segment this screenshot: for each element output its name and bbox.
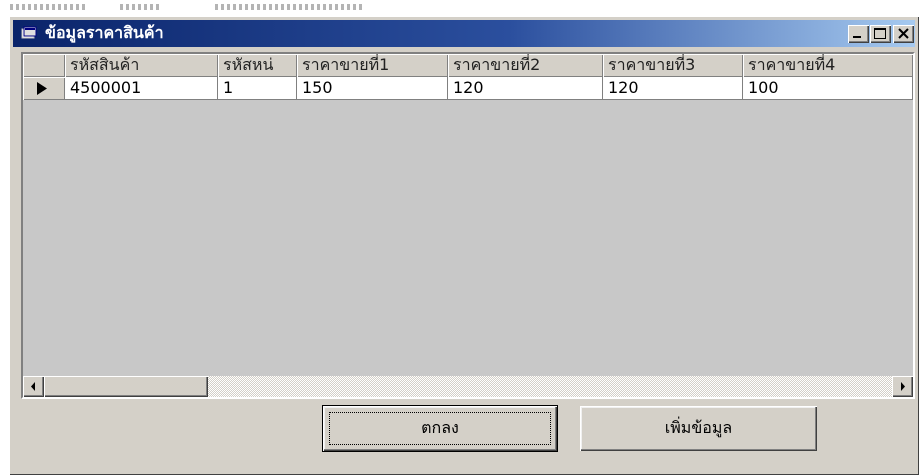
scroll-right-arrow-icon (901, 382, 905, 391)
grid-corner-cell[interactable] (23, 54, 65, 77)
cell-unit-code[interactable]: 1 (218, 77, 297, 100)
close-icon (898, 28, 909, 39)
add-data-button[interactable]: เพิ่มข้อมูล (580, 406, 817, 451)
title-bar[interactable]: ข้อมูลราคาสินค้า (13, 20, 915, 47)
cell-price-1[interactable]: 150 (297, 77, 448, 100)
window-app-icon[interactable] (21, 26, 37, 40)
scroll-right-button[interactable] (892, 376, 913, 397)
column-header-price-2[interactable]: ราคาขายที่2 (448, 54, 603, 77)
column-header-product-code[interactable]: รหัสสินค้า (65, 54, 218, 77)
minimize-icon (853, 36, 861, 38)
current-row-arrow-icon (37, 82, 47, 95)
scroll-left-arrow-icon (31, 382, 35, 391)
cell-price-2[interactable]: 120 (448, 77, 603, 100)
window-title: ข้อมูลราคาสินค้า (45, 23, 164, 42)
scroll-left-button[interactable] (23, 376, 44, 397)
add-data-button-label: เพิ่มข้อมูล (664, 418, 733, 437)
column-header-price-4[interactable]: ราคาขายที่4 (743, 54, 913, 77)
maximize-button[interactable] (870, 25, 891, 43)
maximize-icon (874, 28, 886, 39)
cell-price-3[interactable]: 120 (603, 77, 743, 100)
background-window-edge (0, 0, 919, 16)
price-data-grid[interactable]: รหัสสินค้า รหัสหน่ ราคาขายที่1 ราคาขายที… (21, 52, 915, 399)
price-data-window: ข้อมูลราคาสินค้า รหัสสินค้า รหัสหน่ ราคา… (9, 16, 919, 475)
column-header-price-1[interactable]: ราคาขายที่1 (297, 54, 448, 77)
ok-button[interactable]: ตกลง (322, 405, 558, 452)
column-header-unit-code[interactable]: รหัสหน่ (218, 54, 297, 77)
cell-price-4[interactable]: 100 (743, 77, 913, 100)
background-text-fragment (120, 4, 160, 10)
column-header-price-3[interactable]: ราคาขายที่3 (603, 54, 743, 77)
minimize-button[interactable] (848, 25, 869, 43)
row-selector[interactable] (23, 77, 65, 100)
horizontal-scrollbar[interactable] (23, 376, 913, 397)
focus-rectangle (329, 412, 551, 445)
background-text-fragment (10, 4, 85, 10)
close-button[interactable] (893, 25, 914, 43)
scrollbar-thumb[interactable] (44, 376, 208, 397)
background-text-fragment (215, 4, 365, 10)
cell-product-code[interactable]: 4500001 (65, 77, 218, 100)
